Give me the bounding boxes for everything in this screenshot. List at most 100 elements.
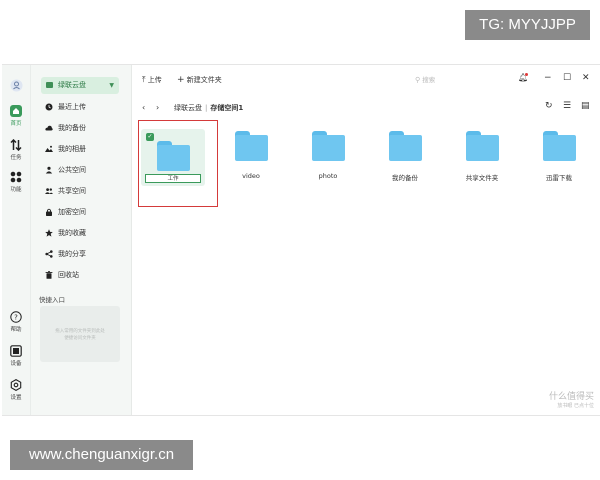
- minimize-button[interactable]: −: [544, 73, 552, 83]
- sidebar-item-favorites[interactable]: 我的收藏: [45, 226, 86, 240]
- star-icon: [45, 229, 53, 237]
- rail-settings[interactable]: 设置: [2, 379, 30, 401]
- folder-icon: [234, 131, 268, 161]
- folder-item[interactable]: 我的备份: [375, 131, 435, 182]
- search-box[interactable]: ⚲ 搜索: [415, 74, 505, 87]
- close-icon: ✕: [582, 73, 590, 83]
- refresh-button[interactable]: ↻: [545, 101, 553, 111]
- new-folder-button[interactable]: + 新建文件夹: [177, 74, 222, 86]
- sidebar-item-shared[interactable]: 共享空间: [45, 184, 86, 198]
- folder-icon: [542, 131, 576, 161]
- quick-access-dropzone[interactable]: 拖入常用的文件夹到此处 便捷访问文件夹: [40, 306, 120, 362]
- chevron-right-icon: ›: [156, 103, 160, 112]
- sidebar-item-public[interactable]: 公共空间: [45, 163, 86, 177]
- breadcrumb-current: 存储空间1: [210, 104, 244, 112]
- list-view-icon: ▤: [581, 101, 590, 111]
- upload-button[interactable]: ⤒ 上传: [142, 74, 162, 86]
- chevron-left-icon: ‹: [142, 103, 146, 112]
- maximize-button[interactable]: ☐: [563, 73, 571, 83]
- tg-watermark: TG: MYYJJPP: [465, 10, 590, 40]
- search-placeholder: 搜索: [422, 76, 436, 84]
- sidebar-item-trash[interactable]: 回收站: [45, 268, 79, 282]
- quick-hint: 拖入常用的文件夹到此处: [55, 329, 105, 334]
- view-mode-button[interactable]: ▤: [581, 101, 590, 111]
- notification-button[interactable]: 🔔︎: [518, 73, 528, 83]
- share-icon: [45, 250, 53, 258]
- sidebar-item-label: 最近上传: [58, 103, 86, 111]
- minimize-icon: −: [544, 73, 552, 83]
- folder-item[interactable]: 迅雷下载: [529, 131, 589, 182]
- help-icon: ?: [10, 311, 22, 323]
- rail-functions[interactable]: 功能: [2, 171, 30, 193]
- plus-icon: +: [177, 75, 185, 85]
- rail-label: 设备: [10, 361, 22, 367]
- sidebar-item-label: 加密空间: [58, 208, 86, 216]
- folder-name: 共享文件夹: [465, 174, 499, 182]
- folder-item[interactable]: video: [221, 131, 281, 180]
- folder-icon: [465, 131, 499, 161]
- rail-label: 帮助: [10, 327, 22, 333]
- forward-button[interactable]: ›: [156, 101, 159, 115]
- trash-icon: [45, 271, 53, 279]
- upload-icon: ⤒: [142, 75, 146, 84]
- icon-rail: 首页 任务 功能 ? 帮助 设备 设置: [2, 65, 31, 415]
- folder-name: 迅雷下载: [546, 174, 572, 182]
- rail-help[interactable]: ? 帮助: [2, 311, 30, 333]
- url-watermark: www.chenguanxigr.cn: [10, 440, 193, 470]
- rail-home[interactable]: 首页: [2, 105, 30, 127]
- breadcrumb-separator: |: [205, 104, 208, 112]
- grid-icon: [10, 171, 22, 183]
- app-window: 首页 任务 功能 ? 帮助 设备 设置 绿联云盘 ▼ 最近上传 我的备份 我的相…: [2, 64, 600, 416]
- sidebar-item-label: 共享空间: [58, 187, 86, 195]
- share-users-icon: [45, 188, 53, 194]
- maximize-icon: ☐: [563, 73, 572, 83]
- folder-name: photo: [318, 172, 338, 180]
- sort-button[interactable]: ☰: [563, 101, 571, 111]
- rail-label: 设置: [10, 395, 22, 401]
- back-button[interactable]: ‹: [142, 101, 145, 115]
- public-icon: [45, 166, 53, 174]
- notification-dot: [525, 73, 528, 76]
- rail-device[interactable]: 设备: [2, 345, 30, 367]
- chevron-down-icon: ▼: [109, 82, 114, 89]
- sidebar-item-my-shares[interactable]: 我的分享: [45, 247, 86, 261]
- sidebar-item-label: 我的收藏: [58, 229, 86, 237]
- breadcrumb-root[interactable]: 绿联云盘: [174, 104, 202, 112]
- svg-text:?: ?: [14, 314, 18, 322]
- sidebar-item-backup[interactable]: 我的备份: [45, 121, 86, 135]
- clock-icon: [45, 103, 53, 111]
- transfer-icon: [10, 139, 22, 151]
- folder-name: video: [242, 172, 260, 180]
- drive-label: 绿联云盘: [58, 81, 86, 89]
- rail-label: 任务: [10, 155, 22, 161]
- drive-selector[interactable]: 绿联云盘 ▼: [41, 77, 119, 94]
- sidebar-item-label: 我的备份: [58, 124, 86, 132]
- cloud-icon: [45, 125, 53, 131]
- rail-tasks[interactable]: 任务: [2, 139, 30, 161]
- user-icon: [10, 79, 22, 92]
- folder-icon: [311, 131, 345, 161]
- sort-icon: ☰: [563, 101, 572, 111]
- upload-label: 上传: [147, 76, 162, 84]
- folder-icon: [388, 131, 422, 161]
- main-panel: ⤒ 上传 + 新建文件夹 ⚲ 搜索 🔔︎ − ☐ ✕ ‹ › 绿联云盘 | 存储空间…: [132, 65, 600, 415]
- rail-user[interactable]: [2, 79, 30, 92]
- watermark-sub: 放书眼 已点十位: [557, 403, 594, 409]
- sidebar-item-label: 我的相册: [58, 145, 86, 153]
- quick-access-title: 快捷入口: [39, 296, 65, 304]
- sidebar-item-album[interactable]: 我的相册: [45, 142, 86, 156]
- new-folder-label: 新建文件夹: [186, 76, 222, 84]
- quick-hint: 便捷访问文件夹: [64, 336, 96, 341]
- smzdm-watermark: 什么值得买 放书眼 已点十位: [549, 389, 594, 409]
- sidebar-item-encrypted[interactable]: 加密空间: [45, 205, 86, 219]
- sidebar: 绿联云盘 ▼ 最近上传 我的备份 我的相册 公共空间 共享空间 加密空间 我的收…: [31, 65, 132, 415]
- photo-icon: [45, 145, 53, 152]
- rail-label: 首页: [10, 121, 22, 127]
- breadcrumb: 绿联云盘 | 存储空间1: [174, 101, 243, 115]
- sidebar-item-label: 公共空间: [58, 166, 86, 174]
- folder-item[interactable]: photo: [298, 131, 358, 180]
- device-icon: [10, 345, 22, 357]
- close-button[interactable]: ✕: [582, 73, 590, 83]
- sidebar-item-recent[interactable]: 最近上传: [45, 100, 86, 114]
- folder-item[interactable]: 共享文件夹: [452, 131, 512, 182]
